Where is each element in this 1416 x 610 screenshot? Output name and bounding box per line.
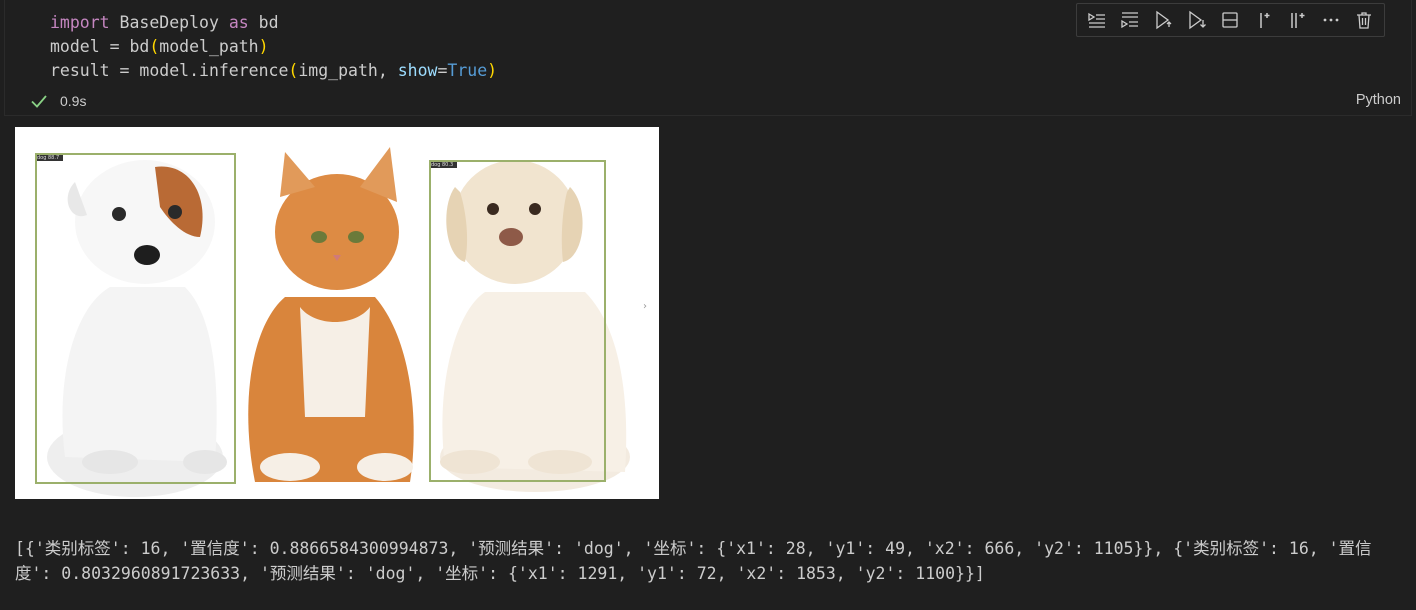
more-actions-button[interactable] <box>1317 7 1344 33</box>
execute-below-icon <box>1121 12 1139 29</box>
kitten <box>248 147 414 482</box>
code-line-1: import BaseDeploy as bd <box>50 13 279 32</box>
code-cell[interactable]: import BaseDeploy as bd model = bd(model… <box>4 0 1412 116</box>
chevron-right-icon: › <box>643 301 647 312</box>
add-cell-above-icon <box>1260 13 1270 28</box>
split-cell-button[interactable] <box>1217 7 1244 33</box>
detection-box-2: dog 80.3 <box>429 160 606 482</box>
execution-status: 0.9s <box>30 90 86 112</box>
run-below-icon <box>1189 10 1206 30</box>
code-editor[interactable]: import BaseDeploy as bd model = bd(model… <box>50 11 497 83</box>
code-line-2: model = bd(model_path) <box>50 37 269 56</box>
check-icon <box>31 95 47 108</box>
output-image: › dog 88.7 dog 80.3 <box>15 127 659 499</box>
run-below-button[interactable] <box>1183 7 1210 33</box>
cell-toolbar <box>1076 3 1385 37</box>
add-cell-below-button[interactable] <box>1284 7 1311 33</box>
delete-cell-button[interactable] <box>1351 7 1378 33</box>
detection-label-1: dog 88.7 <box>37 155 63 161</box>
delete-icon <box>1357 12 1372 29</box>
code-line-3: result = model.inference(img_path, show=… <box>50 61 498 80</box>
execute-above-button[interactable] <box>1083 7 1110 33</box>
detection-label-2: dog 80.3 <box>431 162 457 168</box>
add-cell-above-button[interactable] <box>1250 7 1277 33</box>
execution-time: 0.9s <box>60 93 87 109</box>
add-cell-below-icon <box>1291 13 1305 28</box>
run-cell-button[interactable] <box>1150 7 1177 33</box>
detection-box-1: dog 88.7 <box>35 153 236 484</box>
split-cell-icon <box>1222 12 1239 28</box>
output-text: [{'类别标签': 16, '置信度': 0.8866584300994873,… <box>15 539 1372 583</box>
execute-below-button[interactable] <box>1116 7 1143 33</box>
more-icon <box>1323 18 1339 22</box>
execute-above-icon <box>1088 12 1105 28</box>
language-indicator[interactable]: Python <box>1356 92 1401 108</box>
run-cell-icon <box>1155 10 1172 30</box>
